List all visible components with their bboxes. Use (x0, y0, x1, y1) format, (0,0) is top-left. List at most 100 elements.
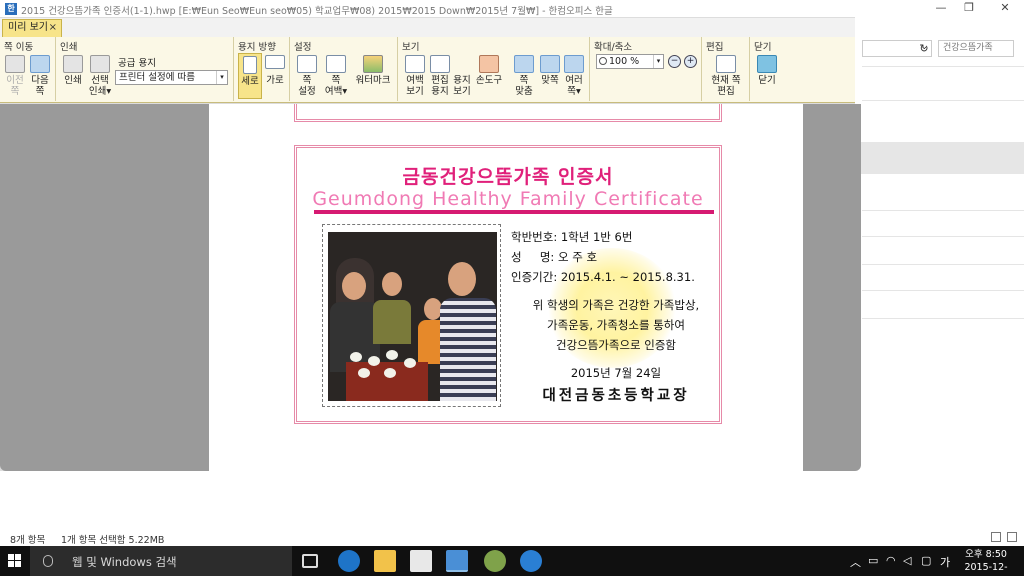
details-view-icon[interactable] (991, 532, 1001, 542)
group-label: 보기 (402, 42, 420, 53)
divider (862, 210, 1024, 211)
group-zoom: 확대/축소 100 % ▾ − + (590, 37, 702, 101)
portrait-page-icon (243, 56, 257, 74)
print-button[interactable]: 인쇄 (62, 55, 84, 86)
certificate-subtitle: Geumdong Healthy Family Certificate (312, 188, 704, 210)
close-tab-icon[interactable]: × (49, 20, 57, 36)
print-selection-button[interactable]: 선택 인쇄▾ (87, 55, 113, 97)
edit-current-page-button[interactable]: 현재 쪽 편집 (706, 55, 746, 97)
page-setup-icon (297, 55, 317, 73)
watermark-button[interactable]: 워터마크 (352, 55, 394, 86)
facing-pages-button[interactable]: 맞쪽 (538, 55, 562, 86)
previous-certificate-edge (294, 104, 722, 122)
certificate-date: 2015년 7월 24일 (570, 366, 662, 380)
task-view-icon[interactable] (302, 554, 318, 568)
taskbar: 웹 및 Windows 검색 ︿ ▭ ◠ ◁ ▢ 가 오후 8:50 2015-… (0, 546, 1024, 586)
prev-page-icon (5, 55, 25, 73)
search-input[interactable]: 건강으뜸가족 (938, 40, 1014, 57)
hwp-app-icon[interactable]: 한 (5, 3, 17, 15)
divider (862, 318, 1024, 319)
certificate: 금동건강으뜸가족 인증서 Geumdong Healthy Family Cer… (294, 145, 722, 424)
notification-icon[interactable]: ▢ (921, 554, 931, 567)
margin-view-button[interactable]: 여백 보기 (403, 55, 427, 97)
divider (862, 236, 1024, 237)
large-icons-view-icon[interactable] (1007, 532, 1017, 542)
edit-paper-icon (430, 55, 450, 73)
store-icon[interactable] (410, 550, 432, 572)
maximize-icon[interactable]: ❐ (958, 0, 980, 16)
windows-start-icon[interactable] (8, 554, 22, 568)
title-rule (314, 210, 714, 214)
multi-page-icon (564, 55, 584, 73)
hand-tool-button[interactable]: 손도구 (474, 55, 504, 86)
chevron-down-icon[interactable]: ▾ (653, 55, 663, 68)
page-margin-icon (326, 55, 346, 73)
watermark-icon (363, 55, 383, 73)
fit-page-button[interactable]: 쪽 맞춤 (512, 55, 536, 97)
family-photo (328, 232, 497, 401)
battery-icon[interactable]: ▭ (868, 554, 878, 567)
edit-paper-button[interactable]: 편집 용지 (428, 55, 452, 97)
page-setup-button[interactable]: 쪽 설정 (295, 55, 319, 97)
app-taskbar-icon[interactable] (484, 550, 506, 572)
group-label: 쪽 이동 (4, 42, 34, 53)
taskbar-search[interactable]: 웹 및 Windows 검색 (30, 546, 292, 576)
explorer-band (855, 142, 1024, 174)
refresh-icon[interactable]: ↻ (916, 40, 932, 57)
prev-page-button[interactable]: 이전 쪽 (4, 55, 26, 97)
landscape-page-icon (265, 55, 285, 69)
next-page-button[interactable]: 다음 쪽 (29, 55, 51, 97)
group-close: 닫기 닫기 (750, 37, 784, 101)
tab-preview[interactable]: 미리 보기 × (2, 19, 62, 37)
paper-source-select[interactable]: 프린터 설정에 따름 ▾ (115, 70, 228, 85)
clock-date: 2015-12-07 (964, 562, 1008, 586)
hand-icon (479, 55, 499, 73)
tab-label: 미리 보기 (8, 22, 48, 33)
close-preview-button[interactable]: 닫기 (755, 55, 779, 86)
certification-period: 인증기간: 2015.4.1. ~ 2015.8.31. (511, 270, 695, 284)
internet-explorer-icon[interactable] (520, 550, 542, 572)
multi-page-button[interactable]: 여러 쪽▾ (562, 55, 586, 97)
fit-page-icon (514, 55, 534, 73)
chevron-up-icon[interactable]: ︿ (850, 554, 861, 570)
microphone-icon[interactable] (43, 555, 53, 567)
chevron-down-icon[interactable]: ▾ (216, 71, 227, 84)
zoom-out-icon[interactable]: − (668, 55, 681, 68)
selection-info: 1개 항목 선택함 5.22MB (61, 535, 165, 546)
landscape-button[interactable]: 가로 (264, 55, 286, 86)
paper-source-label: 공급 용지 (118, 58, 156, 69)
facing-pages-icon (540, 55, 560, 73)
group-label: 편집 (706, 42, 724, 53)
group-settings: 설정 쪽 설정 쪽 여백▾ 워터마크 (290, 37, 398, 101)
divider (862, 66, 1024, 67)
zoom-in-icon[interactable]: + (684, 55, 697, 68)
edge-browser-icon[interactable] (338, 550, 360, 572)
printer-icon (63, 55, 83, 73)
window-title: 2015 건강으뜸가족 인증서(1-1).hwp [E:₩Eun Seo₩Eun… (21, 6, 613, 17)
group-label: 닫기 (754, 42, 772, 53)
hwp-taskbar-icon[interactable] (446, 550, 468, 572)
group-label: 확대/축소 (594, 42, 633, 53)
certificate-title: 금동건강으뜸가족 인증서 (402, 166, 614, 188)
clock[interactable]: 오후 8:50 2015-12-07 (960, 548, 1012, 587)
close-icon[interactable]: ✕ (994, 0, 1016, 16)
class-number: 학반번호: 1학년 1반 6번 (511, 230, 633, 244)
paper-view-button[interactable]: 용지 보기 (450, 55, 474, 97)
file-explorer-icon[interactable] (374, 550, 396, 572)
portrait-button[interactable]: 세로 (238, 53, 262, 99)
ime-indicator[interactable]: 가 (940, 554, 950, 570)
minimize-icon[interactable]: — (930, 0, 952, 16)
group-print: 인쇄 인쇄 선택 인쇄▾ 공급 용지 프린터 설정에 따름 ▾ (56, 37, 234, 101)
certificate-message-1: 위 학생의 가족은 건강한 가족밥상, (532, 298, 700, 312)
ribbon: 쪽 이동 이전 쪽 다음 쪽 인쇄 인쇄 선택 인쇄▾ 공급 용지 프린터 설정… (0, 37, 855, 103)
speaker-icon[interactable]: ◁ (903, 554, 911, 567)
group-edit: 편집 현재 쪽 편집 (702, 37, 750, 101)
item-count: 8개 항목 (10, 535, 46, 546)
magnifier-icon (599, 57, 607, 65)
divider (862, 264, 1024, 265)
tab-bar: 미리 보기 × (0, 18, 855, 37)
wifi-icon[interactable]: ◠ (886, 554, 896, 567)
page-margin-button[interactable]: 쪽 여백▾ (323, 55, 349, 97)
zoom-select[interactable]: 100 % ▾ (596, 54, 664, 69)
title-bar: 한 2015 건강으뜸가족 인증서(1-1).hwp [E:₩Eun Seo₩E… (0, 0, 855, 18)
